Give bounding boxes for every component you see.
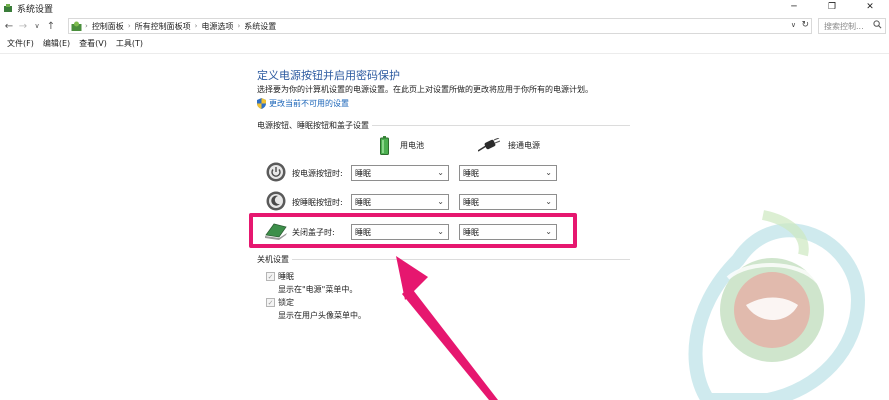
watermark-logo xyxy=(688,210,866,400)
